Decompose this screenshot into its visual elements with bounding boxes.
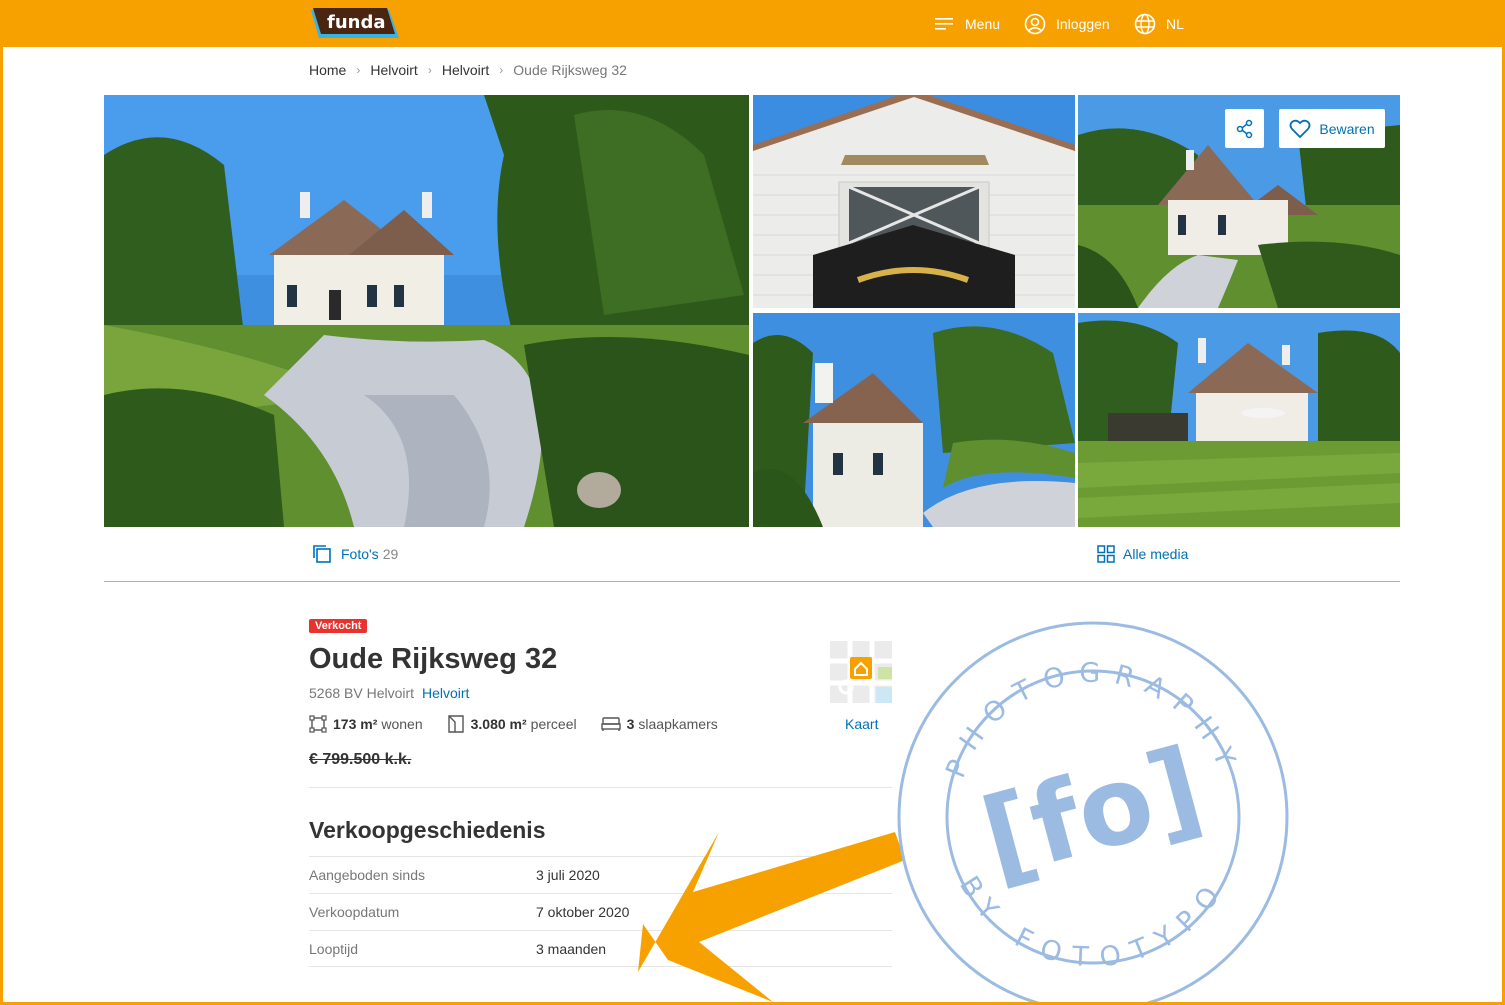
logo-text: funda xyxy=(327,12,386,33)
living-area-value: 173 m² xyxy=(333,716,378,732)
save-label: Bewaren xyxy=(1319,120,1375,137)
language-label: NL xyxy=(1166,16,1184,32)
plot-area-value: 3.080 m² xyxy=(470,716,527,732)
all-media-label: Alle media xyxy=(1123,546,1189,562)
feature-plot-area: 3.080 m² perceel xyxy=(447,715,577,733)
feature-living-area: 173 m² wonen xyxy=(309,715,423,733)
breadcrumb-helvoirt[interactable]: Helvoirt xyxy=(370,62,417,78)
row-value: 7 oktober 2020 xyxy=(536,904,630,920)
chevron-right-icon: › xyxy=(427,63,432,77)
language-button[interactable]: NL xyxy=(1134,13,1184,35)
login-button[interactable]: Inloggen xyxy=(1024,13,1110,35)
share-button[interactable] xyxy=(1225,109,1264,148)
photos-icon xyxy=(313,545,331,563)
features-list: 173 m² wonen 3.080 m² perceel 3 slaapkam… xyxy=(309,715,742,733)
globe-icon xyxy=(1134,13,1156,35)
bedrooms-label: slaapkamers xyxy=(638,716,718,732)
all-media-link[interactable]: Alle media xyxy=(1097,545,1188,563)
funda-logo[interactable]: funda xyxy=(309,7,401,41)
row-value: 3 maanden xyxy=(536,940,607,957)
share-icon xyxy=(1236,119,1252,138)
stamp-ring-bottom: BY FOTOTYPO xyxy=(953,871,1220,974)
row-label: Verkoopdatum xyxy=(309,904,400,920)
breadcrumb-current: Oude Rijksweg 32 xyxy=(513,62,627,78)
login-label: Inloggen xyxy=(1056,16,1110,32)
site-header: funda Menu Inloggen NL xyxy=(0,0,1505,47)
photos-link[interactable]: Foto's 29 xyxy=(313,545,398,563)
photos-count: 29 xyxy=(382,546,399,562)
menu-button[interactable]: Menu xyxy=(935,13,1000,35)
status-badge: Verkocht xyxy=(309,619,368,633)
svg-text:BY FOTOTYPO: BY FOTOTYPO xyxy=(953,871,1233,974)
breadcrumb: Home › Helvoirt › Helvoirt › Oude Rijksw… xyxy=(309,62,627,78)
divider xyxy=(309,787,892,788)
user-icon xyxy=(1024,13,1046,35)
plot-area-label: perceel xyxy=(530,716,577,732)
annotation-arrow xyxy=(638,832,905,1002)
menu-label: Menu xyxy=(965,16,1001,32)
save-button[interactable]: Bewaren xyxy=(1279,109,1385,148)
postal-city: 5268 BV Helvoirt xyxy=(309,685,415,701)
stamp-logo-text: [fo] xyxy=(970,725,1215,903)
chevron-right-icon: › xyxy=(356,63,361,77)
menu-icon xyxy=(935,18,953,30)
city-link[interactable]: Helvoirt xyxy=(422,685,469,701)
bed-icon xyxy=(600,717,621,731)
heart-icon xyxy=(1289,119,1311,138)
row-value: 3 juli 2020 xyxy=(536,867,600,883)
breadcrumb-home[interactable]: Home xyxy=(309,62,346,78)
map-link[interactable]: Kaart xyxy=(845,716,878,732)
watermark-stamp: PHOTOGRAPHY BY FOTOTYPO [fo] xyxy=(897,621,1289,1002)
media-bar: Foto's 29 Alle media xyxy=(104,529,1400,582)
feature-bedrooms: 3 slaapkamers xyxy=(600,716,718,732)
house-path-photo[interactable] xyxy=(753,313,1075,527)
main-photo[interactable] xyxy=(104,95,749,527)
photos-label: Foto's xyxy=(341,546,379,562)
page-title: Oude Rijksweg 32 xyxy=(309,643,558,675)
living-area-label: wonen xyxy=(381,716,423,732)
area-icon xyxy=(309,715,327,733)
row-label: Aangeboden sinds xyxy=(309,867,425,883)
chevron-right-icon: › xyxy=(499,63,504,77)
bedrooms-value: 3 xyxy=(626,716,635,732)
content-frame: Home › Helvoirt › Helvoirt › Oude Rijksw… xyxy=(3,47,1502,1002)
grid-icon xyxy=(1097,545,1115,563)
plot-icon xyxy=(447,715,464,733)
price: € 799.500 k.k. xyxy=(309,751,412,768)
row-label: Looptijd xyxy=(309,940,359,957)
breadcrumb-helvoirt-area[interactable]: Helvoirt xyxy=(442,62,489,78)
address: 5268 BV Helvoirt Helvoirt xyxy=(309,685,469,701)
sales-history-title: Verkoopgeschiedenis xyxy=(309,817,546,843)
map-thumbnail[interactable] xyxy=(830,641,892,703)
garden-photo[interactable] xyxy=(1078,313,1400,527)
gable-photo[interactable] xyxy=(753,95,1075,308)
map-icon xyxy=(830,641,892,703)
